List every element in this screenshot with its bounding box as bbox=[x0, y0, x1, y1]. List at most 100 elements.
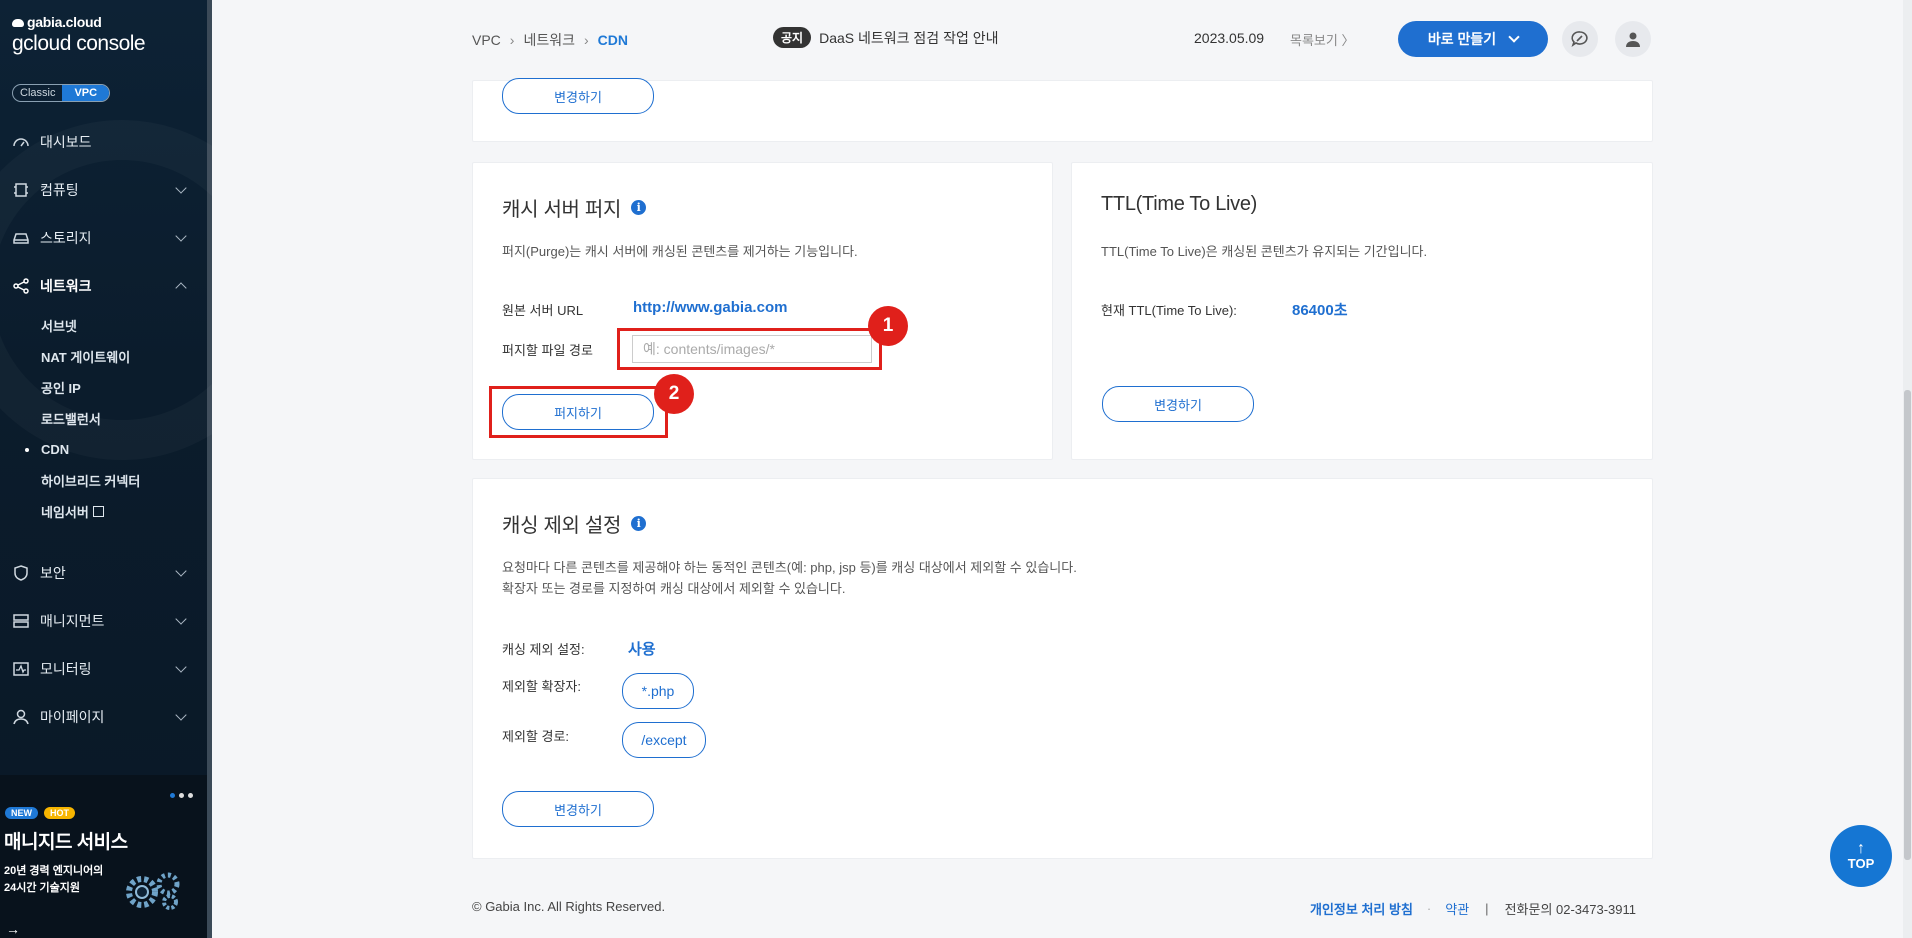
sidebar-item-label: 매니지먼트 bbox=[40, 613, 105, 629]
exclude-setting-label: 캐싱 제외 설정: bbox=[502, 642, 585, 657]
notice-text[interactable]: DaaS 네트워크 점검 작업 안내 bbox=[819, 28, 998, 48]
banner-pagination[interactable] bbox=[170, 793, 193, 798]
info-icon[interactable]: i bbox=[631, 516, 647, 531]
notice-list-link[interactable]: 목록보기 〉 bbox=[1290, 30, 1354, 49]
pagination-dot[interactable] bbox=[170, 793, 175, 798]
banner-badges: NEW HOT bbox=[5, 807, 75, 819]
sidebar-item-monitoring[interactable]: 모니터링 bbox=[0, 645, 207, 693]
sidebar-item-label: 컴퓨팅 bbox=[40, 182, 79, 198]
change-button[interactable]: 변경하기 bbox=[502, 78, 654, 114]
purge-title: 캐시 서버 퍼지 i bbox=[502, 193, 647, 222]
promo-banner[interactable]: NEW HOT 매니지드 서비스 20년 경력 엔지니어의 24시간 기술지원 … bbox=[0, 775, 207, 938]
exclude-extension-chip: *.php bbox=[622, 673, 694, 709]
classic-vpc-switch[interactable]: Classic VPC bbox=[12, 84, 111, 102]
contact-phone: 전화문의 02-3473-3911 bbox=[1504, 902, 1637, 917]
notice[interactable]: 공지 DaaS 네트워크 점검 작업 안내 bbox=[773, 27, 998, 48]
exclude-extension-label: 제외할 확장자: bbox=[502, 679, 581, 694]
current-ttl-label: 현재 TTL(Time To Live): bbox=[1101, 303, 1237, 318]
exclude-title-text: 캐싱 제외 설정 bbox=[502, 515, 622, 537]
ttl-change-button[interactable]: 변경하기 bbox=[1102, 386, 1254, 422]
switch-vpc[interactable]: VPC bbox=[62, 85, 110, 101]
chevron-down-icon bbox=[175, 230, 187, 242]
sidebar-item-management[interactable]: 매니지먼트 bbox=[0, 597, 207, 645]
ttl-panel: TTL(Time To Live) TTL(Time To Live)은 캐싱된… bbox=[1071, 162, 1653, 460]
brand-text: gabia.cloud bbox=[12, 14, 145, 30]
breadcrumb: VPC › 네트워크 › CDN bbox=[472, 30, 628, 50]
sidebar-item-public-ip[interactable]: 공인 IP bbox=[41, 372, 207, 403]
origin-url-value[interactable]: http://www.gabia.com bbox=[633, 299, 787, 316]
sidebar-item-label: 대시보드 bbox=[40, 134, 92, 150]
switch-classic[interactable]: Classic bbox=[13, 85, 62, 101]
top-header: VPC › 네트워크 › CDN 공지 DaaS 네트워크 점검 작업 안내 2… bbox=[212, 0, 1912, 80]
sidebar-item-label: 모니터링 bbox=[40, 661, 92, 677]
origin-url-label: 원본 서버 URL bbox=[502, 303, 584, 318]
exclude-title: 캐싱 제외 설정 i bbox=[502, 509, 647, 538]
sidebar-item-security[interactable]: 보안 bbox=[0, 549, 207, 597]
chip-icon bbox=[12, 181, 30, 199]
cache-exclude-panel: 캐싱 제외 설정 i 요청마다 다른 콘텐츠를 제공해야 하는 동적인 콘텐츠(… bbox=[472, 478, 1653, 859]
notice-date: 2023.05.09 bbox=[1194, 30, 1265, 46]
new-badge: NEW bbox=[5, 807, 38, 819]
cloud-logo-icon bbox=[12, 19, 24, 27]
sidebar-item-mypage[interactable]: 마이페이지 bbox=[0, 693, 207, 741]
sidebar-item-computing[interactable]: 컴퓨팅 bbox=[0, 166, 207, 214]
purge-title-text: 캐시 서버 퍼지 bbox=[502, 199, 622, 221]
sidebar-item-label: 네트워크 bbox=[40, 278, 92, 294]
monitor-icon bbox=[12, 660, 30, 678]
logo[interactable]: gabia.cloud gcloud console bbox=[12, 14, 146, 56]
footer-divider: | bbox=[1485, 901, 1489, 916]
banner-arrow-icon[interactable]: → bbox=[6, 921, 20, 937]
sidebar-item-cdn[interactable]: CDN bbox=[25, 434, 207, 465]
exclude-path-chip: /except bbox=[622, 722, 706, 758]
scrollbar-thumb[interactable] bbox=[1904, 390, 1911, 860]
sidebar-item-hybrid-connector[interactable]: 하이브리드 커넥터 bbox=[41, 465, 207, 496]
sidebar-scrollbar[interactable] bbox=[207, 0, 212, 938]
chat-button[interactable] bbox=[1562, 21, 1598, 57]
network-icon bbox=[12, 277, 30, 295]
account-button[interactable] bbox=[1615, 21, 1651, 57]
sidebar-item-load-balancer[interactable]: 로드밸런서 bbox=[41, 403, 207, 434]
sidebar-item-subnet[interactable]: 서브넷 bbox=[41, 310, 207, 341]
banner-title: 매니지드 서비스 bbox=[4, 832, 128, 853]
gears-icon bbox=[126, 872, 180, 910]
purge-path-label: 퍼지할 파일 경로 bbox=[502, 343, 593, 358]
notice-tag: 공지 bbox=[773, 27, 812, 48]
user-icon bbox=[1626, 32, 1640, 47]
user-icon bbox=[12, 708, 30, 726]
breadcrumb-vpc[interactable]: VPC bbox=[472, 32, 501, 48]
pagination-dot[interactable] bbox=[179, 793, 184, 798]
arrow-up-icon: ↑ bbox=[1857, 839, 1865, 857]
sidebar-item-nat-gateway[interactable]: NAT 게이트웨이 bbox=[41, 341, 207, 372]
shield-icon bbox=[12, 564, 30, 582]
step-marker-2: 2 bbox=[654, 374, 694, 414]
exclude-description-2: 확장자 또는 경로를 지정하여 캐싱 대상에서 제외할 수 있습니다. bbox=[502, 581, 846, 596]
sidebar-item-nameserver[interactable]: 네임서버 bbox=[41, 496, 207, 527]
create-button[interactable]: 바로 만들기 bbox=[1398, 21, 1548, 57]
hot-badge: HOT bbox=[44, 807, 75, 819]
chevron-down-icon bbox=[175, 709, 187, 721]
info-icon[interactable]: i bbox=[631, 200, 647, 215]
copyright: © Gabia Inc. All Rights Reserved. bbox=[472, 899, 666, 914]
scroll-top-button[interactable]: ↑ TOP bbox=[1830, 825, 1892, 887]
sidebar: gabia.cloud gcloud console Classic VPC 대… bbox=[0, 0, 212, 938]
upper-settings-panel: 변경하기 bbox=[472, 78, 1653, 142]
purge-description: 퍼지(Purge)는 캐시 서버에 캐싱된 콘텐츠를 제거하는 기능입니다. bbox=[502, 244, 858, 259]
sidebar-item-label: 스토리지 bbox=[40, 230, 92, 246]
sidebar-item-storage[interactable]: 스토리지 bbox=[0, 214, 207, 262]
network-submenu: 서브넷 NAT 게이트웨이 공인 IP 로드밸런서 CDN 하이브리드 커넥터 … bbox=[0, 310, 207, 527]
chevron-down-icon bbox=[175, 613, 187, 625]
console-title: gcloud console bbox=[12, 32, 146, 55]
sidebar-item-label: 네임서버 bbox=[41, 505, 89, 520]
sidebar-item-dashboard[interactable]: 대시보드 bbox=[0, 118, 207, 166]
privacy-policy-link[interactable]: 개인정보 처리 방침 bbox=[1310, 899, 1413, 918]
terms-link[interactable]: 약관 bbox=[1445, 899, 1469, 918]
footer-links: 개인정보 처리 방침 · 약관 | 전화문의 02-3473-3911 bbox=[1310, 899, 1636, 918]
page-scrollbar[interactable] bbox=[1903, 0, 1912, 938]
pagination-dot[interactable] bbox=[188, 793, 193, 798]
exclude-change-button[interactable]: 변경하기 bbox=[502, 791, 654, 827]
chevron-down-icon bbox=[175, 661, 187, 673]
sidebar-item-network[interactable]: 네트워크 bbox=[0, 262, 207, 310]
breadcrumb-separator: › bbox=[509, 32, 515, 48]
dashboard-icon bbox=[12, 133, 30, 151]
breadcrumb-network[interactable]: 네트워크 bbox=[523, 30, 575, 50]
